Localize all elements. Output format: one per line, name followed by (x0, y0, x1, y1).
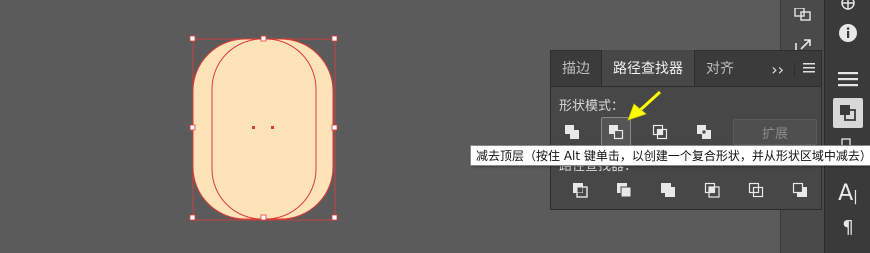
align-icon[interactable] (833, 64, 863, 94)
back-rounded-rect[interactable] (192, 38, 334, 220)
minus-back-icon (792, 182, 807, 197)
merge-icon (661, 183, 675, 197)
expand-button[interactable]: 扩展 (733, 119, 817, 145)
character-icon[interactable]: A | (833, 178, 863, 208)
outline-icon (748, 182, 764, 198)
crop-icon (704, 182, 720, 198)
tab-pathfinder[interactable]: 路径查找器 (601, 50, 695, 86)
pathfinder-panel: 描边 路径查找器 对齐 ›› 形状模式： 扩展 路径查找器： (550, 50, 822, 210)
exclude-icon (697, 125, 711, 139)
minus-front-icon (609, 125, 624, 140)
unite-button[interactable] (557, 117, 587, 147)
tooltip: 减去顶层（按住 Alt 键单击，以创建一个复合形状，并从形状区域中减去） (470, 145, 870, 166)
exclude-button[interactable] (689, 117, 719, 147)
tab-align[interactable]: 对齐 (695, 50, 745, 86)
outline-button[interactable] (741, 177, 771, 203)
shape-modes-label: 形状模式： (559, 99, 625, 114)
tab-stroke[interactable]: 描边 (551, 50, 601, 86)
pathfinder-icon[interactable] (833, 98, 863, 128)
pathfinders-row (565, 177, 815, 203)
trim-button[interactable] (609, 177, 639, 203)
crop-button[interactable] (697, 177, 727, 203)
trim-icon (617, 183, 632, 198)
paragraph-icon[interactable]: ¶ (833, 212, 863, 242)
divide-button[interactable] (565, 177, 595, 203)
unite-icon (565, 125, 579, 139)
info-icon[interactable] (833, 18, 863, 48)
hamburger-menu-icon[interactable] (794, 61, 815, 77)
divide-icon (573, 183, 588, 198)
artboards-icon[interactable] (788, 0, 818, 30)
right-panel-toolbar: A | ¶ (824, 0, 870, 253)
panel-overflow-button[interactable]: ›› (771, 60, 784, 79)
panel-tab-bar: 描边 路径查找器 对齐 ›› (551, 50, 821, 87)
intersect-icon (652, 124, 668, 140)
callout-arrow (627, 90, 662, 121)
selected-shapes[interactable] (188, 34, 340, 224)
merge-button[interactable] (653, 177, 683, 203)
minus-back-button[interactable] (785, 177, 815, 203)
libraries-icon[interactable] (833, 0, 863, 18)
